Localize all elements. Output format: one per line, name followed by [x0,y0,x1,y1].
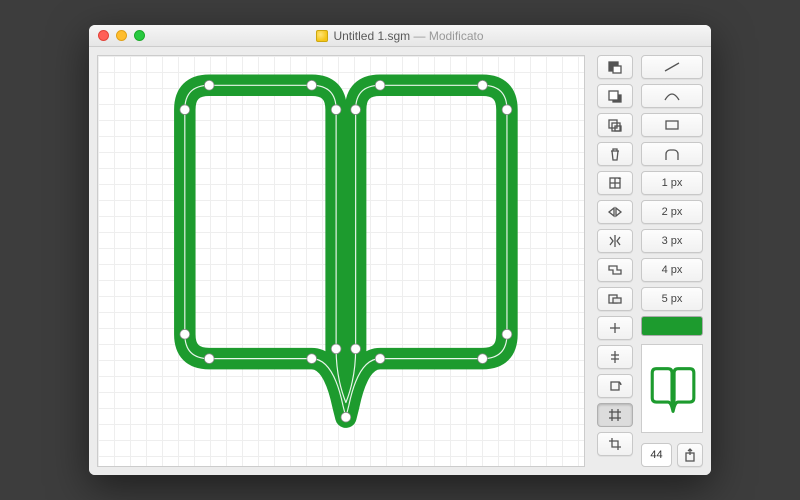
subtract-button[interactable] [597,287,633,311]
drawing-svg [98,56,584,466]
book-shape-path[interactable] [185,85,507,417]
traffic-lights [98,30,145,41]
stroke-5px-button[interactable]: 5 px [641,287,703,311]
union-button[interactable] [597,258,633,282]
stroke-3px-button[interactable]: 3 px [641,229,703,253]
rounded-rect-tool-button[interactable] [641,142,703,166]
snap-grid-button[interactable] [597,403,633,427]
content-area: + 1 px 2 px 3 px 4 px 5 px [89,47,711,475]
document-icon [316,30,328,42]
delete-button[interactable] [597,142,633,166]
app-window: Untitled 1.sgm — Modificato [89,25,711,475]
title-text: Untitled 1.sgm — Modificato [333,29,483,43]
tool-column: + [593,47,637,475]
window-title: Untitled 1.sgm — Modificato [89,29,711,43]
send-back-button[interactable] [597,84,633,108]
color-swatch[interactable] [641,316,703,336]
zoom-window-button[interactable] [134,30,145,41]
group-button[interactable]: + [597,171,633,195]
preview-panel [641,344,703,433]
stroke-4px-button[interactable]: 4 px [641,258,703,282]
stroke-2px-button[interactable]: 2 px [641,200,703,224]
export-button[interactable] [677,443,703,467]
right-panel: 1 px 2 px 3 px 4 px 5 px 44 [637,47,711,475]
icon-size-field[interactable]: 44 [641,443,672,467]
flip-horizontal-button[interactable] [597,200,633,224]
stroke-1px-button[interactable]: 1 px [641,171,703,195]
close-window-button[interactable] [98,30,109,41]
preview-icon [646,349,698,428]
crop-button[interactable] [597,432,633,456]
svg-text:+: + [618,177,622,183]
line-tool-button[interactable] [641,55,703,79]
align-center-button[interactable] [597,345,633,369]
duplicate-button[interactable] [597,113,633,137]
mirror-button[interactable] [597,229,633,253]
rect-tool-button[interactable] [641,113,703,137]
bring-front-button[interactable] [597,55,633,79]
footer-row: 44 [641,443,703,467]
canvas[interactable] [97,55,585,467]
curve-tool-button[interactable] [641,84,703,108]
rotate-button[interactable] [597,374,633,398]
minimize-window-button[interactable] [116,30,127,41]
intersect-button[interactable] [597,316,633,340]
titlebar: Untitled 1.sgm — Modificato [89,25,711,47]
